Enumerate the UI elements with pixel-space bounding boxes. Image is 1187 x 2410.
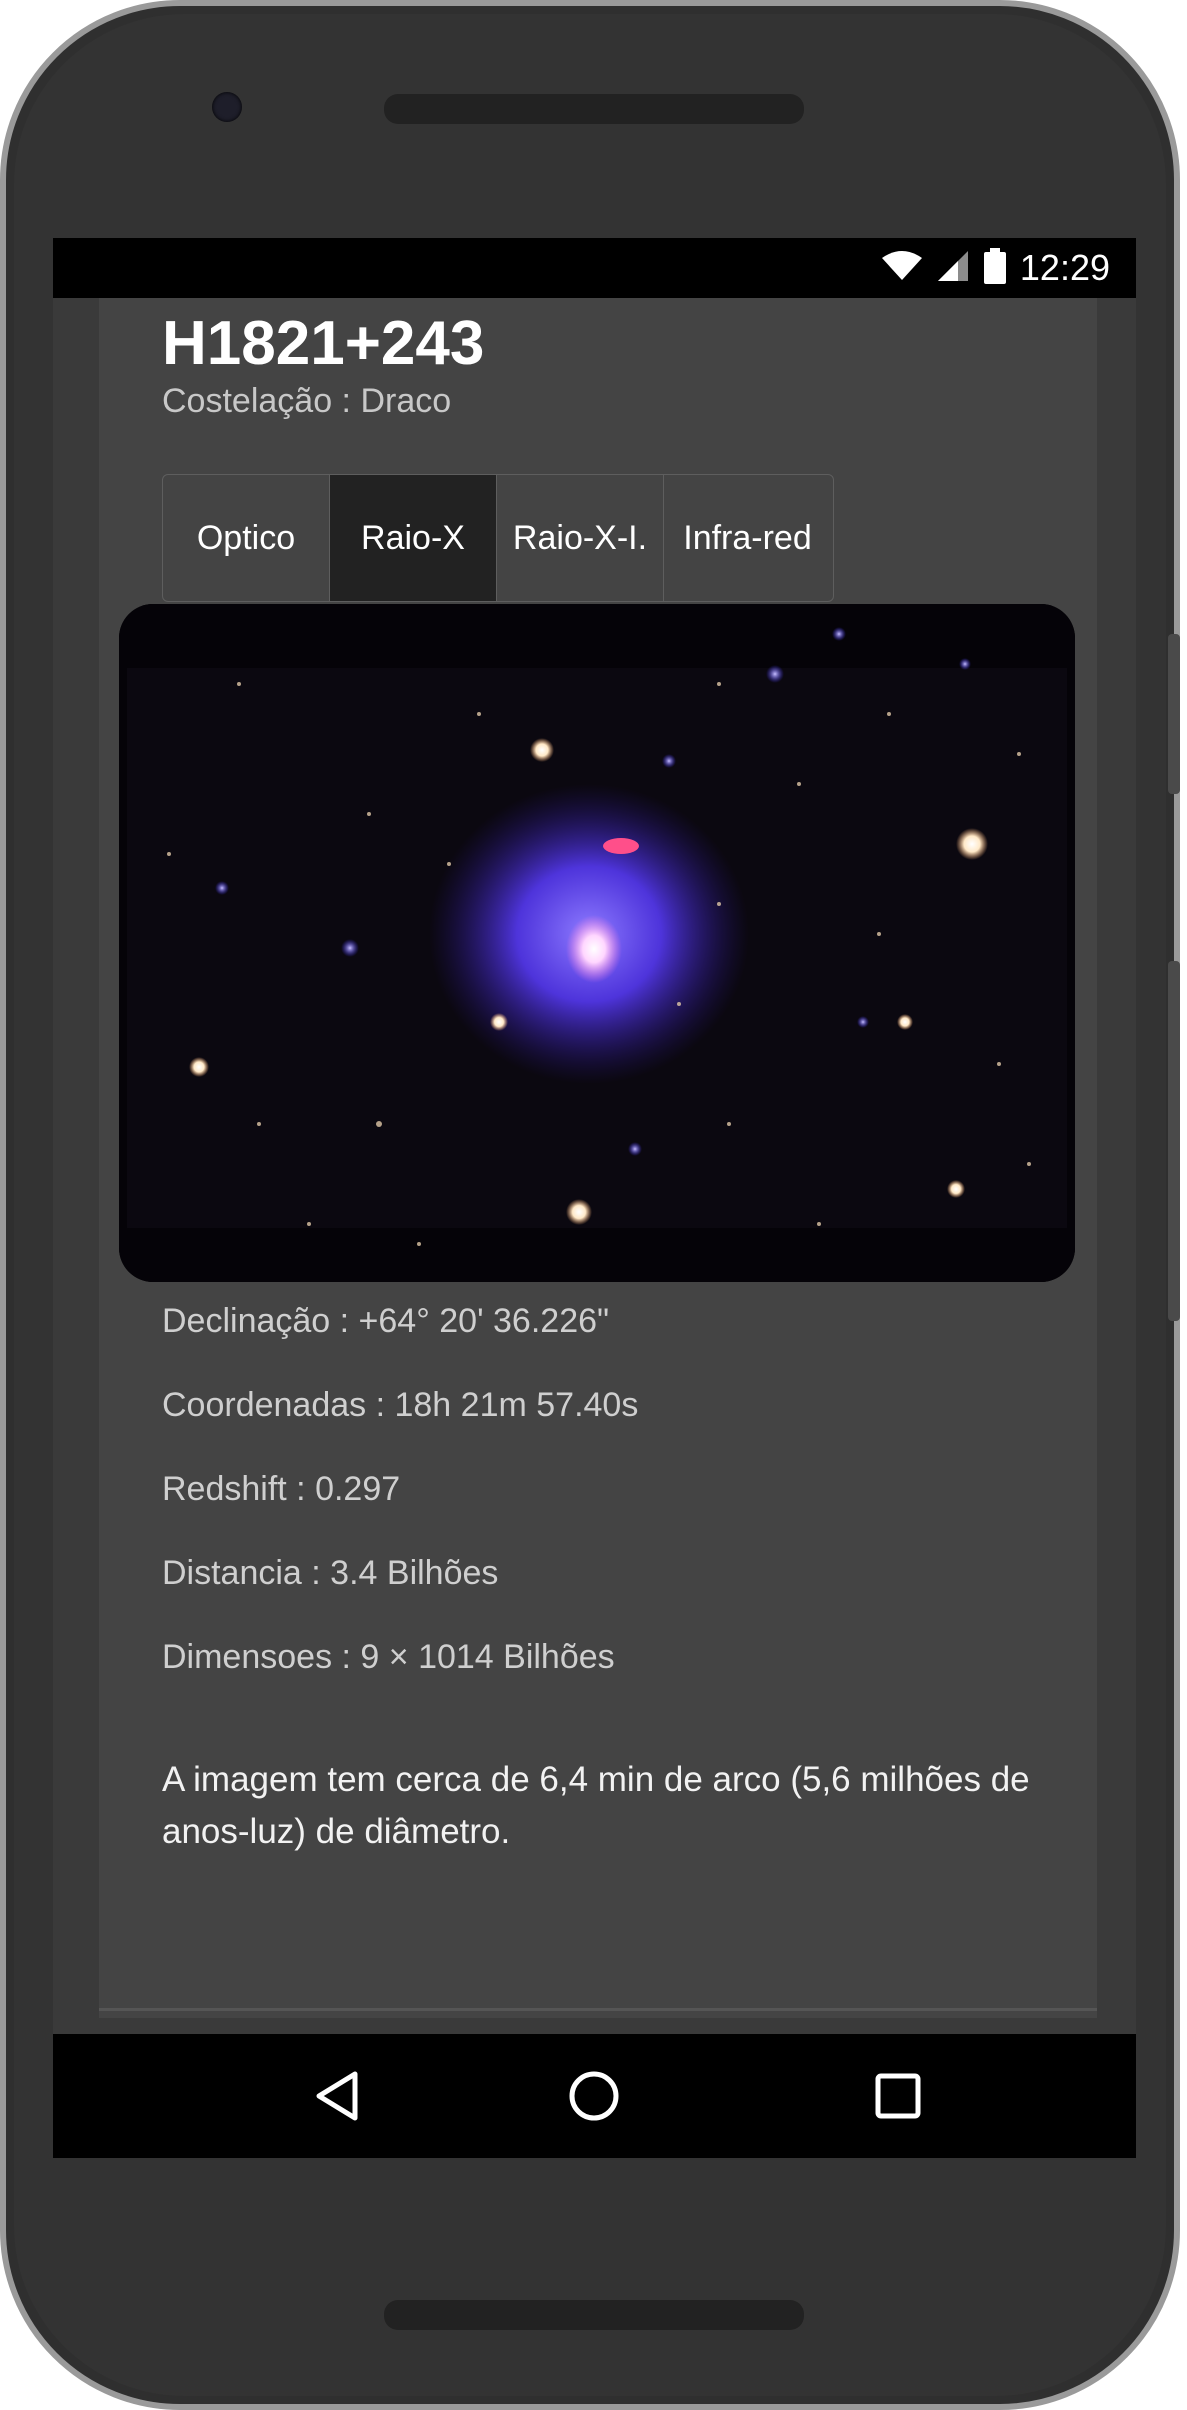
dimensions-text: Dimensoes : 9 × 1014 Bilhões <box>162 1638 615 1676</box>
tab-raio-x[interactable]: Raio-X <box>330 475 497 601</box>
divider <box>99 2008 1097 2011</box>
tab-infra-red[interactable]: Infra-red <box>664 475 831 601</box>
battery-icon <box>983 247 1006 289</box>
distance-text: Distancia : 3.4 Bilhões <box>162 1554 499 1592</box>
coordinates-text: Coordenadas : 18h 21m 57.40s <box>162 1386 639 1424</box>
wifi-icon <box>881 250 922 287</box>
status-bar: 12:29 <box>53 238 1136 298</box>
screen: 12:29 H1821+243 Costelação : Draco Optic… <box>53 238 1136 2158</box>
phone-frame: 12:29 H1821+243 Costelação : Draco Optic… <box>0 0 1180 2410</box>
signal-icon <box>936 249 970 288</box>
navigation-bar <box>53 2034 1136 2158</box>
home-icon[interactable] <box>524 2034 664 2158</box>
image-description: A imagem tem cerca de 6,4 min de arco (5… <box>162 1760 1030 1851</box>
declination-text: Declinação : +64° 20' 36.226" <box>162 1302 610 1340</box>
back-icon[interactable] <box>267 2034 407 2158</box>
object-detail-card: H1821+243 Costelação : Draco Optico Raio… <box>95 298 1101 2018</box>
object-title: H1821+243 <box>162 309 485 378</box>
status-time: 12:29 <box>1019 247 1110 288</box>
power-button <box>1168 634 1180 794</box>
bottom-speaker <box>384 2300 804 2330</box>
earpiece-speaker <box>384 94 804 124</box>
constellation-label: Costelação : Draco <box>162 382 452 420</box>
recents-icon[interactable] <box>828 2034 968 2158</box>
redshift-text: Redshift : 0.297 <box>162 1470 401 1508</box>
front-camera <box>212 92 242 122</box>
tab-raio-x-i[interactable]: Raio-X-I. <box>497 475 664 601</box>
volume-button <box>1168 961 1180 1321</box>
wavelength-tabs: Optico Raio-X Raio-X-I. Infra-red <box>162 474 834 602</box>
tab-optico[interactable]: Optico <box>163 475 330 601</box>
object-image[interactable] <box>119 604 1075 1282</box>
